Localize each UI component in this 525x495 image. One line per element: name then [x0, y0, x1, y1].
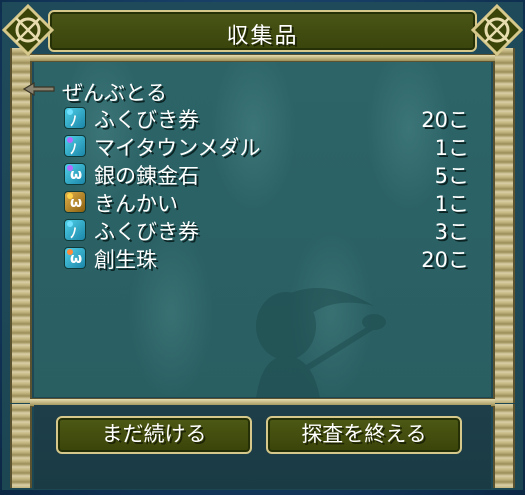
- celtic-knot-ornament-icon: [471, 4, 523, 56]
- item-quantity: 20こ: [421, 248, 469, 272]
- gold-bar-icon: ω: [64, 191, 86, 213]
- end-exploration-button[interactable]: 探査を終える: [266, 416, 462, 454]
- title-bar: 収集品: [48, 10, 477, 52]
- list-item[interactable]: ω きんかい 1こ: [64, 188, 469, 216]
- top-divider: [30, 54, 495, 62]
- item-name: 銀の錬金石: [94, 164, 199, 188]
- left-pillar: [10, 48, 32, 403]
- character-silhouette-icon: [256, 288, 386, 398]
- left-pillar-lower: [10, 404, 32, 488]
- item-list: ﾉ ふくびき券 20こ ﾉ マイタウンメダル 1こ ω 銀の錬金石 5こ ω き…: [64, 104, 469, 272]
- right-pillar-lower: [493, 404, 515, 488]
- list-item[interactable]: ﾉ ふくびき券 3こ: [64, 216, 469, 244]
- item-quantity: 20こ: [421, 108, 469, 132]
- item-quantity: 1こ: [434, 136, 469, 160]
- item-name: ふくびき券: [94, 108, 199, 132]
- list-item[interactable]: ω 創生珠 20こ: [64, 244, 469, 272]
- list-item[interactable]: ﾉ マイタウンメダル 1こ: [64, 132, 469, 160]
- ticket-icon: ﾉ: [64, 107, 86, 130]
- item-quantity: 1こ: [434, 192, 469, 216]
- item-name: ふくびき券: [94, 220, 199, 244]
- alchemy-stone-icon: ω: [64, 163, 86, 185]
- pointer-cursor-icon: [22, 81, 55, 97]
- item-name: マイタウンメダル: [94, 136, 261, 160]
- item-quantity: 3こ: [434, 220, 469, 244]
- celtic-knot-ornament-icon: [2, 4, 54, 56]
- medal-ticket-icon: ﾉ: [64, 135, 86, 158]
- item-name: 創生珠: [94, 248, 157, 272]
- ticket-icon: ﾉ: [64, 219, 86, 242]
- window-title: 収集品: [226, 24, 299, 49]
- list-item[interactable]: ω 銀の錬金石 5こ: [64, 160, 469, 188]
- content-panel: ぜんぶとる ﾉ ふくびき券 20こ ﾉ マイタウンメダル 1こ ω 銀の錬金石 …: [22, 61, 491, 398]
- creation-orb-icon: ω: [64, 247, 86, 269]
- right-pillar: [493, 48, 515, 403]
- item-quantity: 5こ: [434, 164, 469, 188]
- continue-button[interactable]: まだ続ける: [56, 416, 252, 454]
- item-name: きんかい: [94, 192, 178, 216]
- list-item[interactable]: ﾉ ふくびき券 20こ: [64, 104, 469, 132]
- take-all-option[interactable]: ぜんぶとる: [62, 77, 167, 107]
